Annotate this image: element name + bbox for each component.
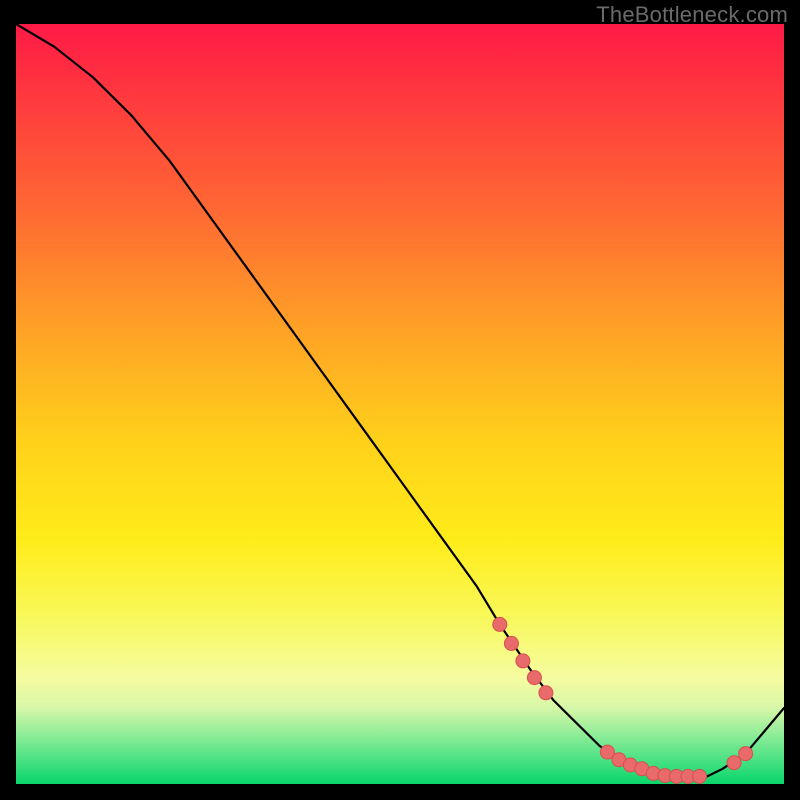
curve-marker <box>727 756 741 770</box>
curve-marker <box>539 686 553 700</box>
curve-marker <box>504 636 518 650</box>
curve-marker <box>493 617 507 631</box>
curve-marker <box>693 769 707 783</box>
bottleneck-curve <box>16 24 784 776</box>
curve-marker <box>739 747 753 761</box>
chart-svg <box>16 24 784 784</box>
plot-area <box>16 24 784 784</box>
curve-marker <box>527 671 541 685</box>
curve-markers <box>493 617 753 783</box>
curve-marker <box>516 654 530 668</box>
chart-stage: TheBottleneck.com <box>0 0 800 800</box>
